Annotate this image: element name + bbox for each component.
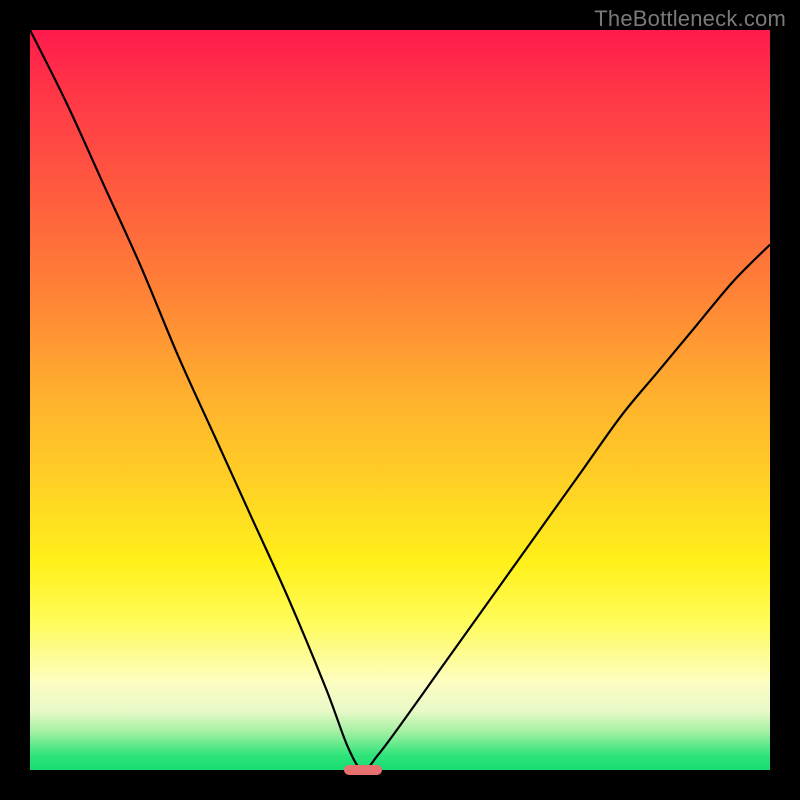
watermark-text: TheBottleneck.com	[594, 6, 786, 32]
min-pill-marker	[344, 765, 382, 775]
curve-path	[30, 30, 770, 770]
chart-frame: TheBottleneck.com	[0, 0, 800, 800]
plot-area	[30, 30, 770, 770]
bottleneck-curve	[30, 30, 770, 770]
